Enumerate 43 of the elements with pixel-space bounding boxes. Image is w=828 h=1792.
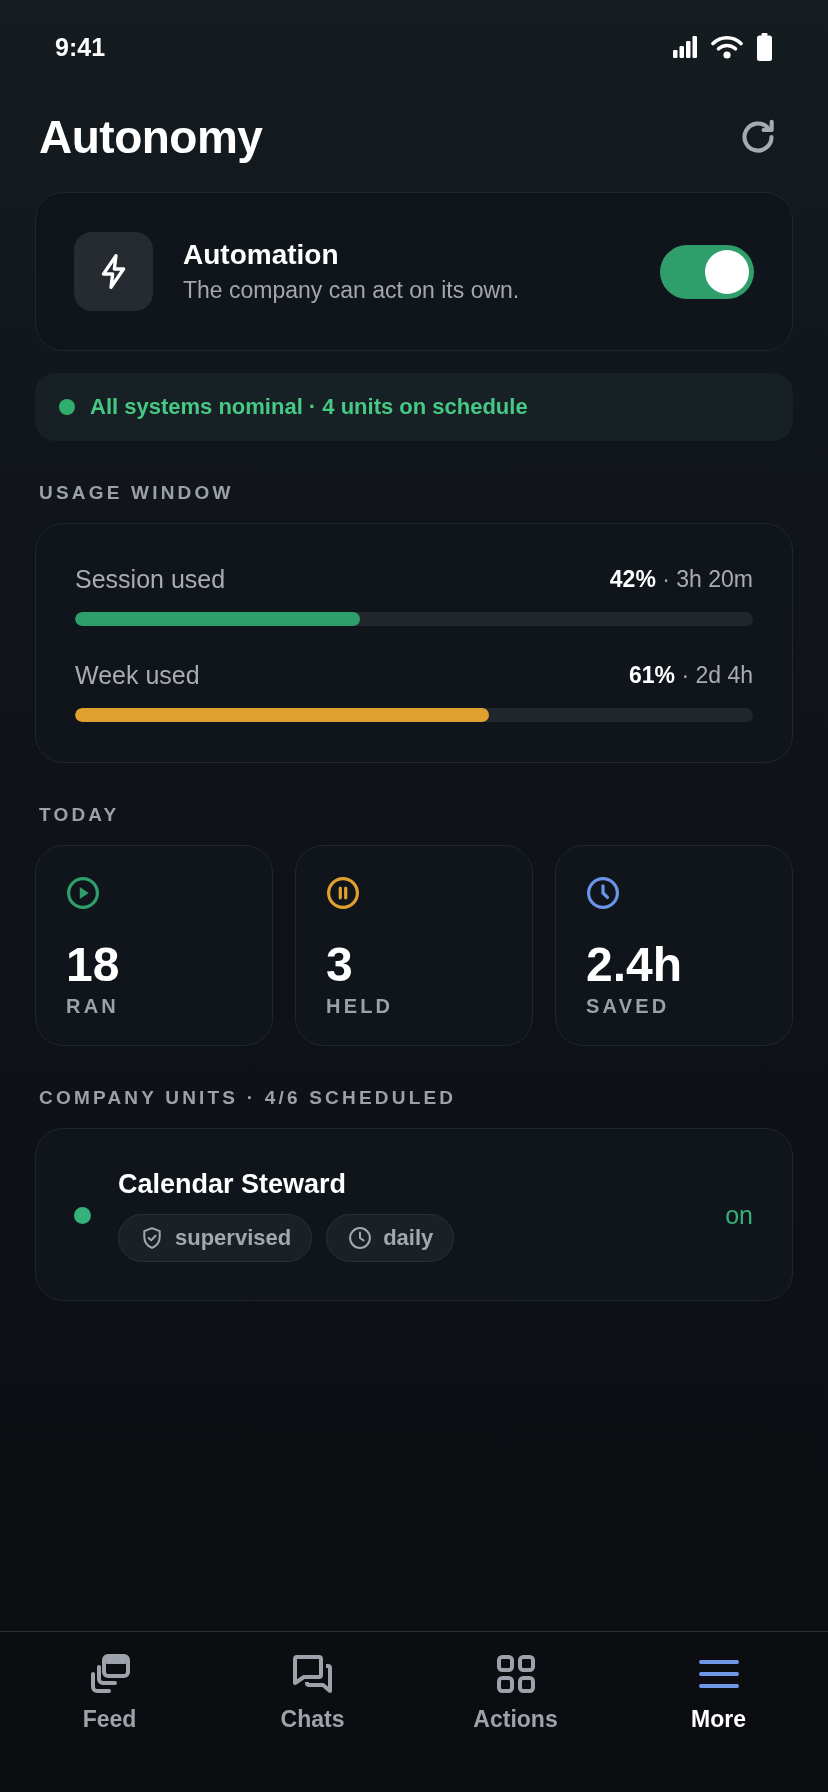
status-text: All systems nominal · 4 units on schedule	[90, 394, 528, 420]
chat-bubbles-icon	[292, 1654, 333, 1694]
nav-label: More	[691, 1706, 746, 1733]
nav-label: Actions	[473, 1706, 558, 1733]
stat-value: 3	[326, 939, 353, 991]
refresh-icon[interactable]	[740, 119, 776, 155]
tag-label: daily	[383, 1225, 434, 1251]
section-heading: TODAY	[38, 803, 120, 827]
stat-value: 2.4h	[586, 939, 683, 991]
nav-tab[interactable]: More	[658, 1632, 779, 1733]
stat-label: SAVED	[586, 994, 670, 1018]
section-heading: COMPANY UNITS · 4/6 SCHEDULED	[38, 1086, 457, 1110]
nav-tab[interactable]: Actions	[455, 1632, 576, 1733]
status-dot-icon	[59, 399, 75, 415]
unit-card[interactable]: Calendar Steward supervised daily on	[35, 1128, 793, 1301]
clock-icon	[349, 1227, 372, 1249]
meter-label: Week used	[75, 660, 200, 690]
stat-value: 18	[66, 939, 120, 991]
grid-icon	[495, 1654, 536, 1694]
stat-label: RAN	[66, 994, 119, 1018]
meter-reading: 61% · 2d 4h	[628, 661, 753, 689]
nav-tab[interactable]: Feed	[49, 1632, 170, 1733]
nav-label: Chats	[280, 1706, 345, 1733]
page-title: Autonomy	[39, 110, 263, 164]
automation-toggle[interactable]	[660, 244, 754, 299]
stacked-windows-icon	[89, 1654, 130, 1694]
meter-reading: 42% · 3h 20m	[609, 565, 753, 593]
signal-icon	[673, 36, 697, 58]
shield-check-icon	[141, 1227, 163, 1249]
unit-name: Calendar Steward	[118, 1168, 347, 1200]
meter-label: Session used	[75, 564, 226, 594]
wifi-icon	[711, 35, 743, 59]
lightning-icon	[74, 232, 153, 311]
battery-icon	[757, 33, 772, 61]
section-heading: USAGE WINDOW	[38, 481, 234, 505]
tag-label: supervised	[175, 1225, 292, 1251]
automation-title: Automation	[183, 239, 340, 271]
status-time: 9:41	[55, 32, 106, 62]
unit-status: on	[725, 1200, 753, 1230]
automation-subtitle: The company can act on its own.	[183, 277, 521, 304]
nav-tab[interactable]: Chats	[252, 1632, 373, 1733]
nav-label: Feed	[82, 1706, 137, 1733]
stat-label: HELD	[326, 994, 394, 1018]
